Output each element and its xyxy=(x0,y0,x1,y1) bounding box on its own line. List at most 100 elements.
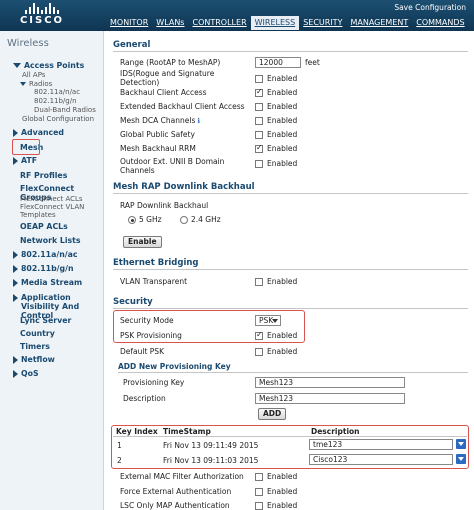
mesh-rrm-label: Mesh Backhaul RRM xyxy=(120,144,196,153)
mesh-dca-enabled: Enabled xyxy=(255,116,297,125)
psk-provisioning-enabled: Enabled xyxy=(255,330,297,340)
range-input[interactable]: 12000 xyxy=(255,57,301,68)
add-provisioning-heading: ADD New Provisioning Key xyxy=(118,362,231,371)
psk-provisioning-checkbox[interactable] xyxy=(255,330,263,340)
rap-24ghz-radio[interactable] xyxy=(180,215,188,224)
security-heading: Security xyxy=(113,297,153,307)
sidebar-title: Wireless xyxy=(7,38,49,49)
sidebar-item-country[interactable]: Country xyxy=(20,329,55,338)
collapsed-icon xyxy=(13,128,18,137)
expanded-icon xyxy=(13,63,21,68)
nav-security[interactable]: SECURITY xyxy=(299,16,346,30)
mesh-rrm-checkbox[interactable] xyxy=(255,143,263,153)
force-ext-checkbox[interactable] xyxy=(255,487,263,496)
rap-5ghz-option: 5 GHz xyxy=(128,215,162,224)
sidebar-item-dual-band[interactable]: Dual-Band Radios xyxy=(34,106,96,114)
sidebar-item-band-bgn[interactable]: 802.11b/g/n xyxy=(13,264,74,273)
mesh-dca-label: Mesh DCA Channels ℹ xyxy=(120,116,201,125)
sidebar-item-media-stream[interactable]: Media Stream xyxy=(13,278,82,287)
vlan-transparent-checkbox[interactable] xyxy=(255,277,263,286)
row-menu-chevron-icon[interactable] xyxy=(456,454,466,464)
sidebar-item-lync-server[interactable]: Lync Server xyxy=(20,316,71,325)
divider xyxy=(118,372,468,373)
ids-enabled: Enabled xyxy=(255,74,297,83)
main-nav: MONITOR WLANs CONTROLLER WIRELESS SECURI… xyxy=(106,16,469,30)
sidebar-item-flexconnect-acls[interactable]: FlexConnect ACLs xyxy=(20,195,83,203)
sidebar-item-atf[interactable]: ATF xyxy=(13,156,37,165)
cisco-bars-icon xyxy=(14,3,70,14)
save-configuration-link[interactable]: Save Configuration xyxy=(394,3,466,12)
description-label: Description xyxy=(123,394,166,403)
rap-downlink-label: RAP Downlink Backhaul xyxy=(120,201,209,210)
collapsed-icon xyxy=(13,250,18,259)
rap-5ghz-radio[interactable] xyxy=(128,215,136,224)
sidebar-item-oeap-acls[interactable]: OEAP ACLs xyxy=(20,222,68,231)
lsc-only-label: LSC Only MAP Authentication xyxy=(120,501,230,510)
sidebar-item-radio-ac[interactable]: 802.11a/n/ac xyxy=(34,88,80,96)
row-timestamp: Fri Nov 13 09:11:49 2015 xyxy=(163,441,259,450)
description-input[interactable]: Mesh123 xyxy=(255,393,405,404)
ext-mac-enabled: Enabled xyxy=(255,472,297,481)
enable-button[interactable]: Enable xyxy=(123,236,162,248)
row-description-input[interactable]: Cisco123 xyxy=(309,454,453,465)
collapsed-icon xyxy=(13,278,18,287)
sidebar-item-band-anac[interactable]: 802.11a/n/ac xyxy=(13,250,77,259)
range-unit: feet xyxy=(305,58,320,67)
rap-24ghz-option: 2.4 GHz xyxy=(180,215,221,224)
sidebar-item-netflow[interactable]: Netflow xyxy=(13,355,55,364)
col-timestamp: TimeStamp xyxy=(163,427,211,436)
force-ext-enabled: Enabled xyxy=(255,487,297,496)
global-public-checkbox[interactable] xyxy=(255,130,263,139)
nav-wireless[interactable]: WIRELESS xyxy=(250,16,300,30)
nav-wlans[interactable]: WLANs xyxy=(152,16,188,30)
backhaul-client-checkbox[interactable] xyxy=(255,87,263,97)
sidebar-item-qos[interactable]: QoS xyxy=(13,369,39,378)
security-mode-select[interactable]: PSK xyxy=(255,315,281,326)
sidebar-item-advanced[interactable]: Advanced xyxy=(13,128,64,137)
sidebar-item-network-lists[interactable]: Network Lists xyxy=(20,236,81,245)
divider xyxy=(113,193,468,194)
add-button[interactable]: ADD xyxy=(258,408,287,420)
backhaul-client-enabled: Enabled xyxy=(255,87,297,97)
sidebar-item-global-config[interactable]: Global Configuration xyxy=(22,115,94,123)
expanded-icon xyxy=(20,82,26,86)
sidebar-item-radio-bgn[interactable]: 802.11b/g/n xyxy=(34,97,77,105)
lsc-only-checkbox[interactable] xyxy=(255,501,263,510)
general-heading: General xyxy=(113,40,151,50)
chevron-down-icon xyxy=(272,319,278,323)
provisioning-key-input[interactable]: Mesh123 xyxy=(255,377,405,388)
nav-commands[interactable]: COMMANDS xyxy=(412,16,468,30)
mesh-dca-checkbox[interactable] xyxy=(255,116,263,125)
collapsed-icon xyxy=(13,156,18,165)
ext-backhaul-checkbox[interactable] xyxy=(255,102,263,111)
divider xyxy=(113,51,468,52)
cisco-wordmark: CISCO xyxy=(19,15,65,26)
range-label: Range (RootAP to MeshAP) xyxy=(120,58,221,67)
sidebar-item-timers[interactable]: Timers xyxy=(20,342,50,351)
ext-backhaul-enabled: Enabled xyxy=(255,102,297,111)
ids-checkbox[interactable] xyxy=(255,74,263,83)
ext-mac-checkbox[interactable] xyxy=(255,472,263,481)
col-description: Description xyxy=(311,427,360,436)
outdoor-unii-enabled: Enabled xyxy=(255,159,297,168)
sidebar-item-radios-toggle[interactable]: Radios xyxy=(20,80,52,88)
force-ext-label: Force External Authentication xyxy=(120,487,232,496)
ids-label: IDS(Rogue and Signature Detection) xyxy=(120,69,215,87)
nav-management[interactable]: MANAGEMENT xyxy=(346,16,412,30)
ext-backhaul-label: Extended Backhaul Client Access xyxy=(120,102,245,111)
sidebar-item-flexconnect-vlan[interactable]: FlexConnect VLAN Templates xyxy=(20,203,100,219)
nav-controller[interactable]: CONTROLLER xyxy=(188,16,250,30)
sidebar-item-all-aps[interactable]: All APs xyxy=(22,71,45,79)
outdoor-unii-checkbox[interactable] xyxy=(255,159,263,168)
row-description-input[interactable]: tme123 xyxy=(309,439,453,450)
sidebar-item-rf-profiles[interactable]: RF Profiles xyxy=(20,171,67,180)
sidebar-item-access-points[interactable]: Access Points xyxy=(13,61,84,70)
default-psk-enabled: Enabled xyxy=(255,347,297,356)
mesh-rrm-enabled: Enabled xyxy=(255,143,297,153)
default-psk-checkbox[interactable] xyxy=(255,347,263,356)
backhaul-client-label: Backhaul Client Access xyxy=(120,88,207,97)
rap-downlink-heading: Mesh RAP Downlink Backhaul xyxy=(113,182,255,192)
row-menu-chevron-icon[interactable] xyxy=(456,439,466,449)
mesh-highlight-box xyxy=(12,139,40,155)
nav-monitor[interactable]: MONITOR xyxy=(106,16,152,30)
